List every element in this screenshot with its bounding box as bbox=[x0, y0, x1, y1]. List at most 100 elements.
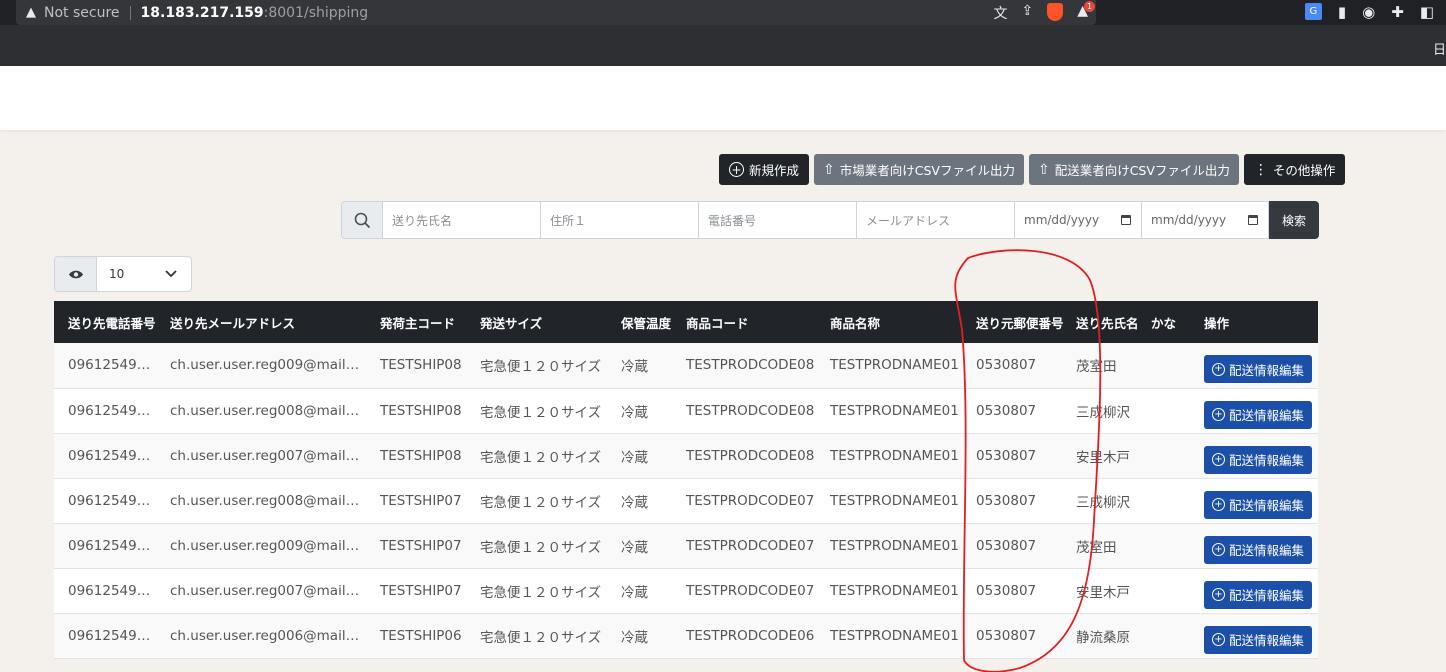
calendar-icon[interactable] bbox=[1121, 215, 1131, 225]
cell-shipper-code: TESTSHIP07 bbox=[366, 568, 466, 614]
calendar-icon[interactable] bbox=[1248, 215, 1258, 225]
header-product-code[interactable]: 商品コード bbox=[672, 301, 816, 343]
cell-recipient-phone: 09612549774 bbox=[54, 523, 156, 569]
recipient-name-input[interactable]: 送り先氏名 bbox=[383, 201, 541, 239]
edit-shipping-label: 配送情報編集 bbox=[1229, 362, 1305, 378]
other-actions-button[interactable]: ⋮ その他操作 bbox=[1243, 154, 1346, 185]
cell-operations: + 配送情報編集 bbox=[1190, 523, 1318, 569]
document-icon[interactable]: ▮ bbox=[1338, 3, 1346, 21]
date-from-input[interactable]: mm/dd/yyyy bbox=[1015, 201, 1142, 239]
warning-icon[interactable]: ▲ bbox=[26, 5, 36, 20]
cell-storage-temp: 冷蔵 bbox=[607, 523, 672, 569]
cell-recipient-name: 茂室田 bbox=[1062, 523, 1190, 569]
edit-shipping-button[interactable]: + 配送情報編集 bbox=[1204, 535, 1313, 564]
table-row: 09612549774ch.user.user.reg009@mailnet.e… bbox=[54, 523, 1318, 569]
cell-storage-temp: 冷蔵 bbox=[607, 568, 672, 614]
delivery-csv-button[interactable]: ⇧ 配送業者向けCSVファイル出力 bbox=[1028, 154, 1239, 185]
cell-sender-postal: 0530807 bbox=[962, 388, 1062, 434]
search-button[interactable]: 検索 bbox=[1269, 201, 1319, 239]
sidebar-icon[interactable]: ◧ bbox=[1420, 3, 1434, 21]
brave-rewards-icon[interactable]: ▲ 1 bbox=[1077, 1, 1095, 23]
action-toolbar: + 新規作成 ⇧ 市場業者向けCSVファイル出力 ⇧ 配送業者向けCSVファイル… bbox=[719, 154, 1346, 185]
page-size-select[interactable]: 10 bbox=[54, 256, 192, 292]
header-sender-postal[interactable]: 送り元郵便番号 bbox=[962, 301, 1064, 343]
shipping-table: 送り先電話番号 送り先メールアドレス 発荷主コード 発送サイズ 保管温度 商品コ… bbox=[54, 301, 1318, 659]
cell-recipient-email: ch.user.user.reg007@mailnet.example bbox=[156, 433, 366, 479]
security-label[interactable]: Not secure bbox=[44, 5, 120, 21]
bookmark-overflow[interactable]: 日 bbox=[1433, 39, 1446, 58]
email-input[interactable]: メールアドレス bbox=[857, 201, 1015, 239]
header-recipient-phone[interactable]: 送り先電話番号 bbox=[54, 301, 156, 343]
translate-icon[interactable]: 文 bbox=[993, 3, 1007, 23]
cell-product-name: TESTPRODNAME01 bbox=[816, 433, 962, 479]
cell-storage-temp: 冷蔵 bbox=[607, 478, 672, 524]
cell-recipient-name: 三成柳沢 bbox=[1062, 478, 1190, 524]
cell-product-name: TESTPRODNAME01 bbox=[816, 343, 962, 389]
eye-icon bbox=[55, 257, 97, 291]
market-csv-button[interactable]: ⇧ 市場業者向けCSVファイル出力 bbox=[814, 154, 1024, 185]
page-size-value[interactable]: 10 bbox=[97, 257, 191, 291]
cell-recipient-name: 三成柳沢 bbox=[1062, 388, 1190, 434]
new-button[interactable]: + 新規作成 bbox=[719, 154, 810, 185]
delivery-csv-label: 配送業者向けCSVファイル出力 bbox=[1054, 163, 1230, 178]
plus-circle-icon: + bbox=[1212, 498, 1225, 511]
camera-icon[interactable]: ◉ bbox=[1362, 3, 1375, 21]
plus-circle-icon: + bbox=[1212, 543, 1225, 556]
header-storage-temp[interactable]: 保管温度 bbox=[607, 301, 672, 343]
cell-operations: + 配送情報編集 bbox=[1190, 343, 1318, 389]
header-operations: 操作 bbox=[1190, 301, 1318, 343]
header-shipper-code[interactable]: 発荷主コード bbox=[366, 301, 466, 343]
cell-operations: + 配送情報編集 bbox=[1190, 613, 1318, 659]
cell-recipient-name: 安里木戸 bbox=[1062, 433, 1190, 479]
chevron-down-icon bbox=[165, 270, 177, 278]
edit-shipping-button[interactable]: + 配送情報編集 bbox=[1204, 625, 1313, 654]
brave-shield-icon[interactable] bbox=[1047, 3, 1064, 21]
plus-circle-icon: + bbox=[1212, 588, 1225, 601]
cell-sender-postal: 0530807 bbox=[962, 523, 1062, 569]
table-row: 09612549774ch.user.user.reg007@mailnet.e… bbox=[54, 433, 1318, 479]
header-product-name[interactable]: 商品名称 bbox=[816, 301, 962, 343]
header-recipient-email[interactable]: 送り先メールアドレス bbox=[156, 301, 366, 343]
date-to-input[interactable]: mm/dd/yyyy bbox=[1142, 201, 1269, 239]
table-row: 09612549774ch.user.user.reg008@mailnet.e… bbox=[54, 478, 1318, 524]
cell-sender-postal: 0530807 bbox=[962, 343, 1062, 389]
edit-shipping-button[interactable]: + 配送情報編集 bbox=[1204, 400, 1313, 429]
cell-recipient-email: ch.user.user.reg006@mailnet.example bbox=[156, 613, 366, 659]
cell-product-code: TESTPRODCODE07 bbox=[672, 523, 816, 569]
cell-product-name: TESTPRODNAME01 bbox=[816, 613, 962, 659]
cell-product-code: TESTPRODCODE08 bbox=[672, 343, 816, 389]
cell-recipient-phone: 09612549774 bbox=[54, 343, 156, 389]
edit-shipping-button[interactable]: + 配送情報編集 bbox=[1204, 580, 1313, 609]
cell-recipient-email: ch.user.user.reg008@mailnet.example bbox=[156, 388, 366, 434]
url-host[interactable]: 18.183.217.159 bbox=[141, 5, 264, 21]
table-row: 09612549774ch.user.user.reg009@mailnet.e… bbox=[54, 343, 1318, 389]
edit-shipping-label: 配送情報編集 bbox=[1229, 633, 1305, 648]
address-bar[interactable]: ▲ Not secure 18.183.217.159 :8001/shippi… bbox=[16, 0, 1096, 25]
address-input[interactable]: 住所１ bbox=[541, 201, 699, 239]
upload-icon: ⇧ bbox=[823, 161, 835, 178]
date-to-value: mm/dd/yyyy bbox=[1151, 213, 1227, 227]
header-recipient-name-kana[interactable]: 送り先氏名 かな bbox=[1062, 301, 1190, 343]
table-row: 09612549774ch.user.user.reg006@mailnet.e… bbox=[54, 613, 1318, 659]
edit-shipping-button[interactable]: + 配送情報編集 bbox=[1204, 490, 1313, 519]
edit-shipping-button[interactable]: + 配送情報編集 bbox=[1204, 355, 1313, 384]
share-icon[interactable]: ⇪ bbox=[1021, 3, 1033, 23]
cell-shipper-code: TESTSHIP06 bbox=[366, 613, 466, 659]
cell-shipper-code: TESTSHIP07 bbox=[366, 523, 466, 569]
table-row: 09612549774ch.user.user.reg008@mailnet.e… bbox=[54, 388, 1318, 434]
edit-shipping-button[interactable]: + 配送情報編集 bbox=[1204, 445, 1313, 474]
divider bbox=[129, 5, 131, 20]
phone-input[interactable]: 電話番号 bbox=[699, 201, 857, 239]
plus-circle-icon: + bbox=[1212, 453, 1225, 466]
cell-recipient-email: ch.user.user.reg008@mailnet.example bbox=[156, 478, 366, 524]
header-shipping-size[interactable]: 発送サイズ bbox=[466, 301, 607, 343]
cell-shipping-size: 宅急便１２０サイズ bbox=[466, 523, 607, 569]
cell-recipient-email: ch.user.user.reg009@mailnet.example bbox=[156, 343, 366, 389]
cell-product-code: TESTPRODCODE07 bbox=[672, 478, 816, 524]
cell-recipient-phone: 09612549774 bbox=[54, 613, 156, 659]
plus-circle-icon: + bbox=[729, 162, 744, 177]
app-header bbox=[0, 66, 1446, 130]
google-translate-icon[interactable]: G bbox=[1304, 3, 1322, 20]
puzzle-icon[interactable]: ✚ bbox=[1391, 3, 1404, 21]
url-path[interactable]: :8001/shipping bbox=[264, 5, 369, 21]
